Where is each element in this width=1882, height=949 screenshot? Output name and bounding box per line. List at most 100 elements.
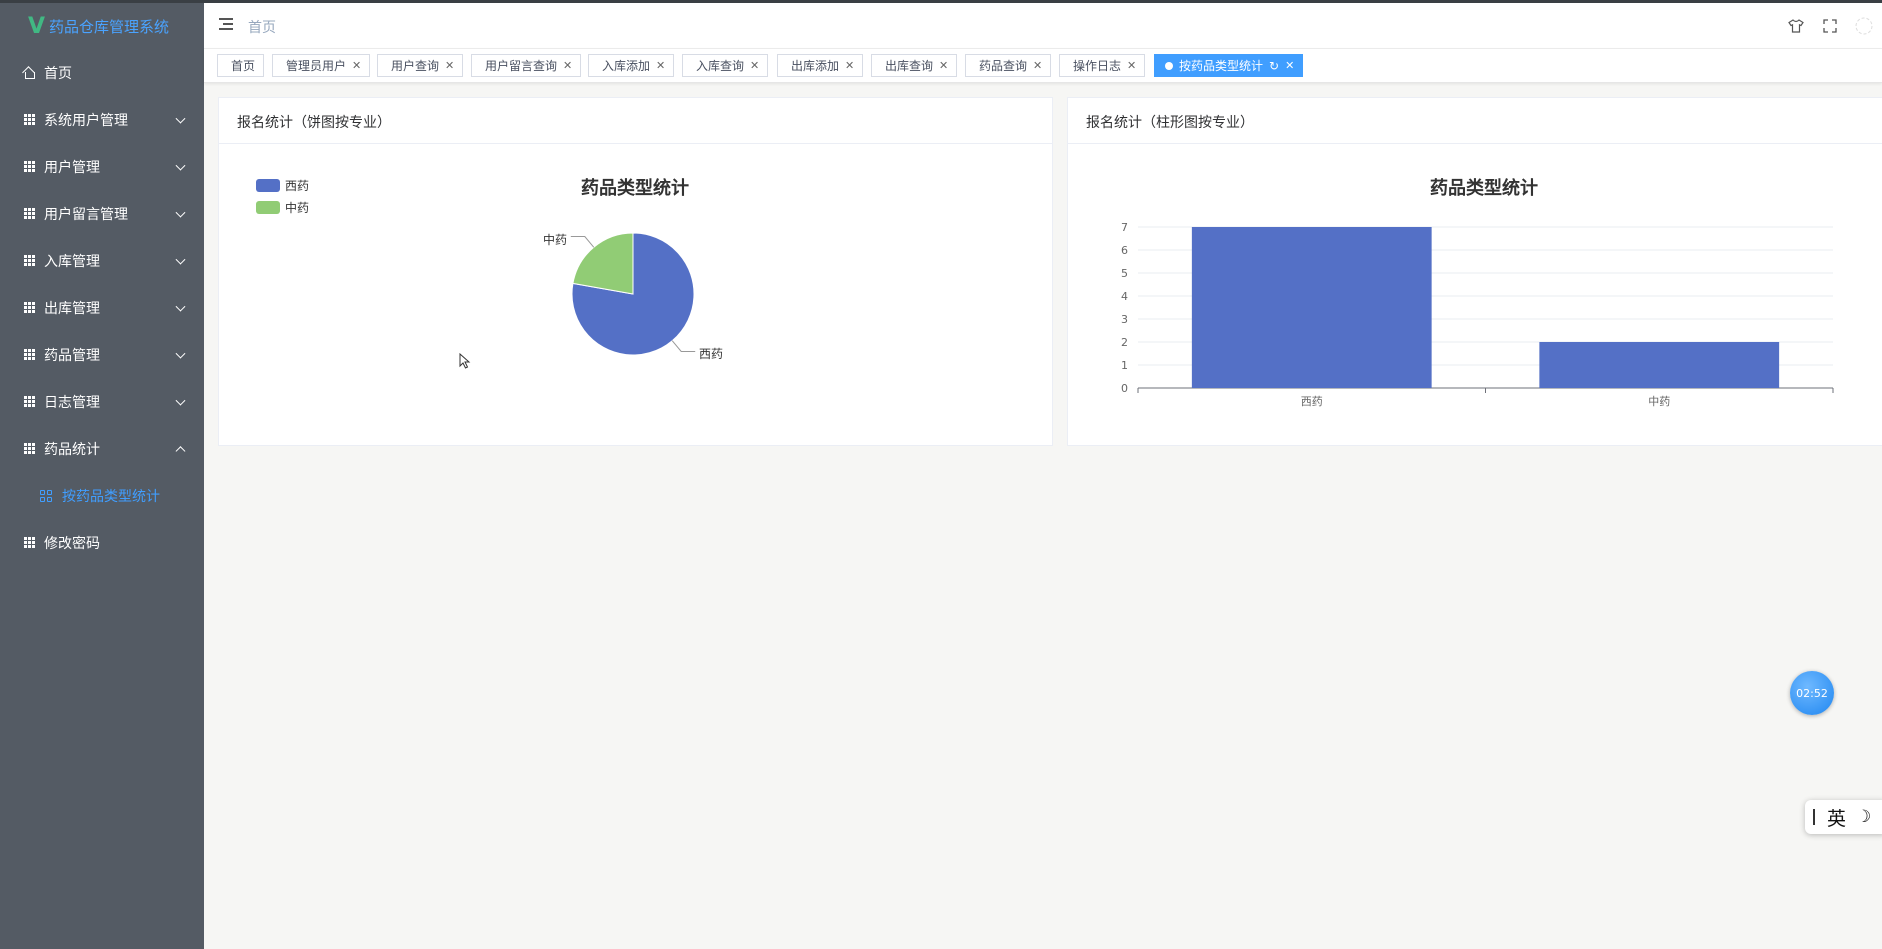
sidebar-item-label: 系统用户管理	[44, 112, 128, 129]
y-tick-label: 2	[1121, 336, 1128, 349]
y-tick-label: 1	[1121, 359, 1128, 372]
navbar: 首页	[204, 3, 1882, 49]
close-icon[interactable]: ✕	[352, 59, 361, 72]
pie-label: 中药	[543, 233, 568, 247]
sidebar-item-label: 日志管理	[44, 394, 100, 411]
theme-shirt-icon[interactable]	[1787, 17, 1805, 35]
sidebar-item-label: 入库管理	[44, 253, 100, 270]
pie-slice	[572, 232, 634, 295]
tab-label: 操作日志	[1073, 59, 1122, 73]
close-icon[interactable]: ✕	[1127, 59, 1136, 72]
tab-label: 按药品类型统计	[1179, 59, 1264, 73]
vue-logo-icon: V	[28, 13, 46, 39]
y-tick-label: 3	[1121, 313, 1128, 326]
sidebar-item-statistics[interactable]: 药品统计	[0, 425, 204, 472]
app-logo[interactable]: V 药品仓库管理系统	[0, 3, 204, 49]
grid-icon	[22, 348, 36, 362]
x-tick-label: 西药	[1301, 395, 1323, 408]
apps-icon	[40, 489, 52, 502]
app-title: 药品仓库管理系统	[49, 17, 170, 36]
tab-label: 管理员用户	[286, 59, 347, 73]
ime-language-label[interactable]: 英	[1827, 804, 1846, 831]
close-icon[interactable]: ✕	[656, 59, 665, 72]
sidebar-item-inbound[interactable]: 入库管理	[0, 237, 204, 284]
bar	[1539, 342, 1780, 388]
close-icon[interactable]: ✕	[563, 59, 572, 72]
tab-home[interactable]: 首页	[217, 54, 265, 77]
sidebar-item-label: 按药品类型统计	[62, 488, 160, 505]
tab-drug-query[interactable]: 药品查询 ✕	[965, 54, 1052, 77]
chevron-down-icon	[175, 254, 186, 265]
chevron-down-icon	[175, 207, 186, 218]
card-header: 报名统计（饼图按专业）	[219, 98, 1052, 144]
ime-divider	[1813, 809, 1815, 825]
tab-label: 用户查询	[391, 59, 440, 73]
refresh-icon[interactable]: ↻	[1269, 59, 1279, 73]
sidebar-item-outbound[interactable]: 出库管理	[0, 284, 204, 331]
tab-operation-log[interactable]: 操作日志 ✕	[1059, 54, 1146, 77]
y-tick-label: 4	[1121, 290, 1128, 303]
bar-chart-card: 报名统计（柱形图按专业） 药品类型统计 0 1 2 3 4 5 6 7 西药 中药	[1067, 97, 1882, 446]
tab-label: 出库查询	[885, 59, 934, 73]
fullscreen-icon[interactable]	[1821, 17, 1839, 35]
close-icon[interactable]: ✕	[445, 59, 454, 72]
sidebar-item-messages[interactable]: 用户留言管理	[0, 190, 204, 237]
bar	[1191, 227, 1432, 388]
sidebar-item-home[interactable]: 首页	[0, 49, 204, 96]
breadcrumb[interactable]: 首页	[248, 17, 276, 37]
chevron-down-icon	[175, 113, 186, 124]
tab-label: 药品查询	[979, 59, 1028, 73]
tab-inbound-query[interactable]: 入库查询 ✕	[682, 54, 769, 77]
pie-label: 西药	[699, 347, 724, 361]
ime-toolbar[interactable]: 英 ☽	[1805, 800, 1882, 834]
grid-icon	[22, 395, 36, 409]
home-icon	[22, 66, 36, 80]
sidebar-item-system-users[interactable]: 系统用户管理	[0, 96, 204, 143]
tab-outbound-query[interactable]: 出库查询 ✕	[871, 54, 958, 77]
close-icon[interactable]: ✕	[750, 59, 759, 72]
active-dot-icon	[1165, 61, 1173, 70]
close-icon[interactable]: ✕	[939, 59, 948, 72]
sidebar-subitem-by-type[interactable]: 按药品类型统计	[0, 472, 204, 519]
close-icon[interactable]: ✕	[1285, 59, 1294, 72]
tab-label: 入库查询	[696, 59, 745, 73]
y-tick-label: 7	[1121, 221, 1128, 234]
sidebar-item-label: 出库管理	[44, 300, 100, 317]
mouse-cursor-icon	[459, 353, 471, 369]
chevron-down-icon	[175, 395, 186, 406]
grid-icon	[22, 113, 36, 127]
x-tick-label: 中药	[1648, 395, 1670, 408]
y-tick-label: 5	[1121, 267, 1128, 280]
tab-admin-users[interactable]: 管理员用户 ✕	[272, 54, 371, 77]
sidebar-item-label: 药品管理	[44, 347, 100, 364]
pie-chart	[570, 232, 696, 356]
y-tick-label: 6	[1121, 244, 1128, 257]
timer-badge[interactable]: 02:52	[1790, 671, 1834, 715]
grid-icon	[22, 442, 36, 456]
chevron-down-icon	[175, 348, 186, 359]
tab-label: 入库添加	[602, 59, 651, 73]
y-tick-label: 0	[1121, 382, 1128, 395]
sidebar-item-change-password[interactable]: 修改密码	[0, 519, 204, 566]
close-icon[interactable]: ✕	[845, 59, 854, 72]
sidebar-item-label: 药品统计	[44, 441, 100, 458]
grid-icon	[22, 301, 36, 315]
tab-message-query[interactable]: 用户留言查询 ✕	[471, 54, 582, 77]
chevron-up-icon	[175, 445, 186, 456]
hamburger-icon[interactable]	[219, 18, 233, 30]
sidebar-item-users[interactable]: 用户管理	[0, 143, 204, 190]
sidebar-item-drugs[interactable]: 药品管理	[0, 331, 204, 378]
tab-inbound-add[interactable]: 入库添加 ✕	[588, 54, 675, 77]
tab-user-query[interactable]: 用户查询 ✕	[377, 54, 464, 77]
moon-icon[interactable]: ☽	[1856, 807, 1871, 827]
close-icon[interactable]: ✕	[1033, 59, 1042, 72]
sidebar-item-label: 用户管理	[44, 159, 100, 176]
avatar[interactable]	[1855, 17, 1873, 35]
grid-icon	[22, 160, 36, 174]
grid-icon	[22, 254, 36, 268]
tab-outbound-add[interactable]: 出库添加 ✕	[777, 54, 864, 77]
sidebar-item-logs[interactable]: 日志管理	[0, 378, 204, 425]
sidebar-item-label: 用户留言管理	[44, 206, 128, 223]
tab-label: 用户留言查询	[485, 59, 558, 73]
tab-by-type-stats[interactable]: 按药品类型统计 ↻ ✕	[1154, 54, 1304, 77]
